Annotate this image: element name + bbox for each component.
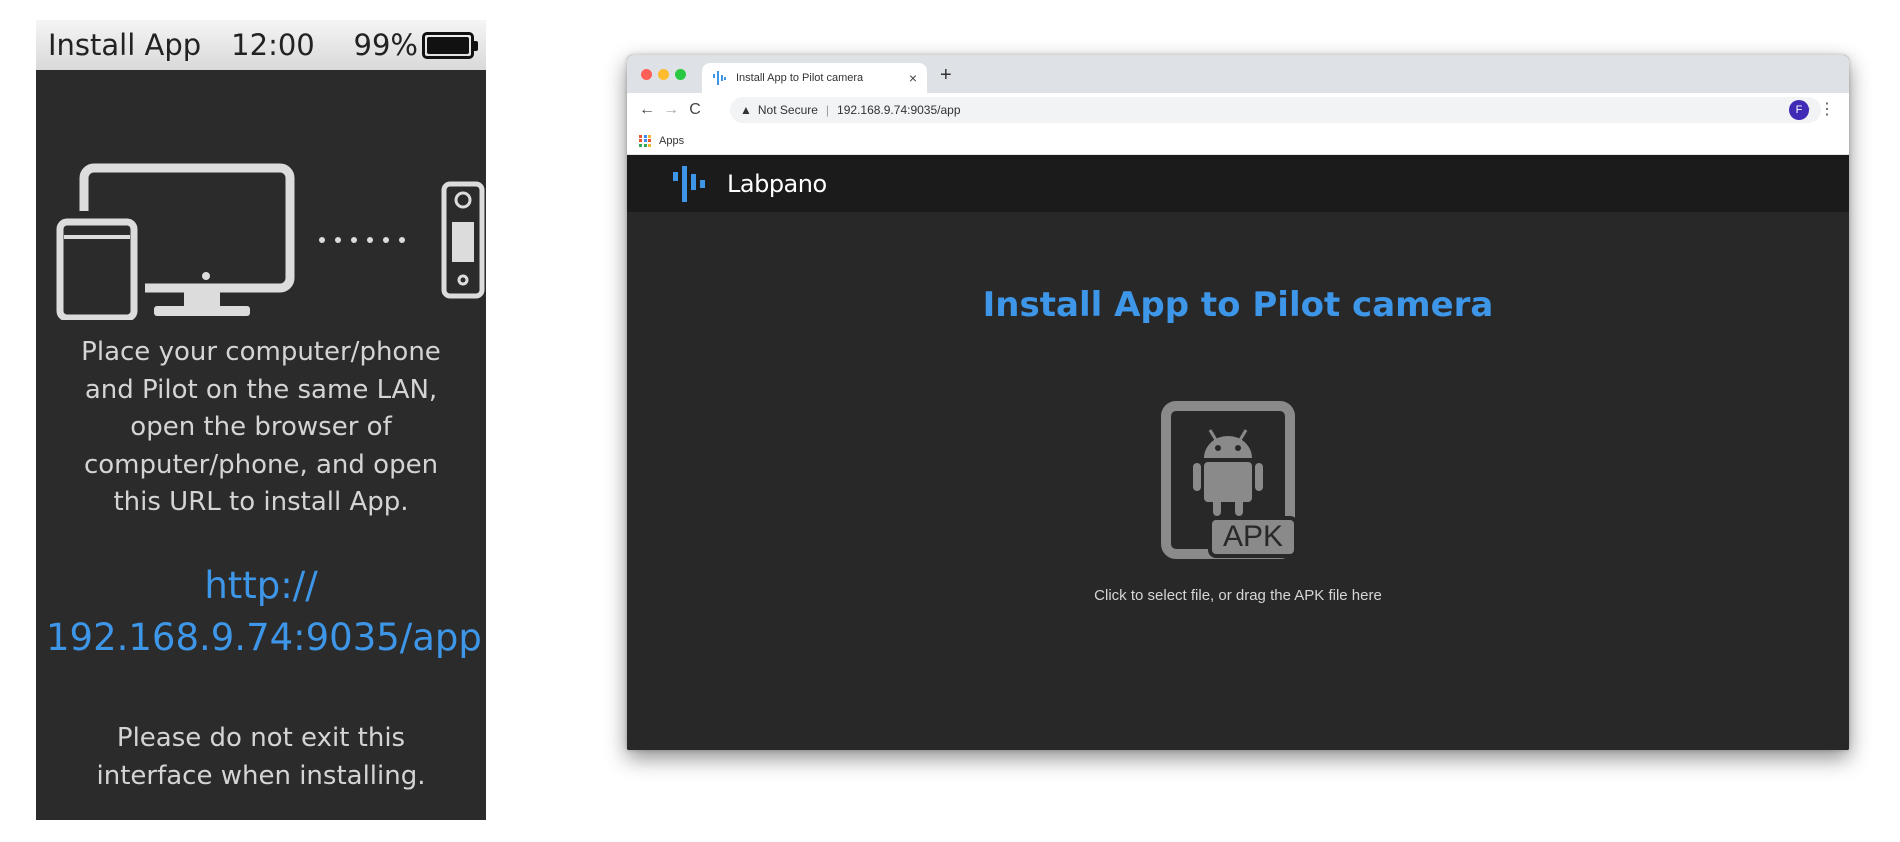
device-status-bar: Install App 12:00 99% [36,20,486,70]
browser-toolbar: ← → C ▲ Not Secure | 192.168.9.74:9035/a… [627,93,1849,127]
labpano-favicon-icon [713,71,726,85]
install-url-line: 192.168.9.74:9035/app [46,616,482,659]
more-menu-icon[interactable]: ⋮ [1819,99,1835,119]
address-bar[interactable]: ▲ Not Secure | 192.168.9.74:9035/app ☆ [730,97,1821,123]
android-icon [1193,429,1263,516]
battery-indicator: 99% [353,28,478,62]
upload-hint[interactable]: Click to select file, or drag the APK fi… [627,587,1849,604]
apps-bookmark[interactable]: Apps [659,135,684,147]
warning-line: Please do not exit this [116,723,406,753]
tab-title: Install App to Pilot camera [736,72,864,84]
maximize-window-button[interactable] [675,69,686,80]
device-clock: 12:00 [231,28,315,62]
pilot-camera-icon [441,181,485,299]
close-window-button[interactable] [641,69,652,80]
address-url[interactable]: 192.168.9.74:9035/app [837,103,960,117]
apk-badge-label: APK [1223,520,1283,553]
instruction-line: this URL to install App. [113,487,409,517]
battery-percent: 99% [353,28,418,62]
device-screen: Install App 12:00 99% Place your compute… [36,20,486,820]
bookmarks-bar: Apps [627,127,1849,155]
connection-illustration [49,163,485,320]
back-arrow-icon[interactable]: ← [635,101,659,119]
instruction-line: Place your computer/phone [81,337,441,367]
brand-name[interactable]: Labpano [727,170,827,198]
profile-avatar[interactable]: F [1789,100,1809,120]
close-tab-icon[interactable]: × [909,70,917,86]
install-instructions: Place your computer/phone and Pilot on t… [56,334,466,522]
tablet-icon [49,211,145,320]
tab-strip: Install App to Pilot camera × + [627,55,1849,93]
instruction-line: open the browser of [130,412,392,442]
warning-triangle-icon[interactable]: ▲ [740,103,752,117]
web-page: Labpano Install App to Pilot camera APK … [627,155,1849,750]
dotted-connection [319,237,405,243]
install-url-line: http:// [204,564,318,607]
apps-grid-icon[interactable] [639,134,651,147]
instruction-line: computer/phone, and open [83,449,439,480]
page-title: Install App to Pilot camera [982,285,1494,325]
minimize-window-button[interactable] [658,69,669,80]
not-secure-label[interactable]: Not Secure [758,103,818,117]
forward-arrow-icon[interactable]: → [659,101,683,119]
install-warning: Please do not exit this interface when i… [56,720,466,795]
battery-icon [422,31,478,59]
install-url: http:// 192.168.9.74:9035/app [46,560,482,664]
device-screen-title: Install App [48,28,202,62]
warning-line: interface when installing. [96,760,426,791]
new-tab-button[interactable]: + [940,64,952,87]
browser-window: Install App to Pilot camera × + ← → C ▲ … [627,55,1849,750]
site-header: Labpano [627,155,1849,212]
browser-tab[interactable]: Install App to Pilot camera × [702,63,927,93]
instruction-line: and Pilot on the same LAN, [84,374,438,405]
reload-icon[interactable]: C [683,101,707,119]
labpano-logo-icon[interactable] [671,164,721,204]
address-separator: | [825,103,830,117]
apk-upload-dropzone[interactable]: APK [1160,400,1300,560]
